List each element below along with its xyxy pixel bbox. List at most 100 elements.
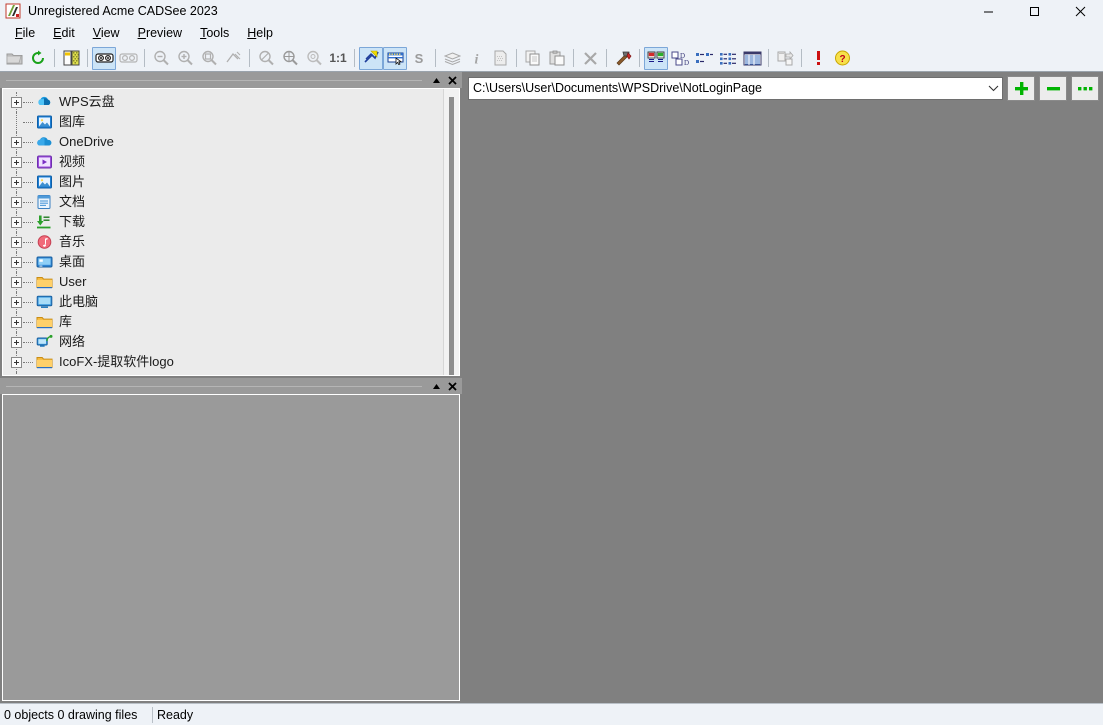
copy-icon[interactable] [521, 47, 545, 70]
pan-icon[interactable] [254, 47, 278, 70]
alert-icon[interactable] [806, 47, 830, 70]
menu-bar: File Edit View Preview Tools Help [0, 22, 1103, 45]
zoom-actual-size-label[interactable]: 1:1 [326, 47, 350, 70]
open-folder-icon[interactable] [2, 47, 26, 70]
tree-item[interactable]: 桌面 [3, 252, 443, 272]
expand-plus-icon[interactable] [11, 156, 22, 168]
tree-connector [23, 101, 33, 103]
vertical-scrollbar[interactable] [443, 89, 459, 375]
preview-canvas[interactable] [2, 394, 460, 701]
this-pc-icon [36, 294, 53, 310]
tree-item[interactable]: 音乐 [3, 232, 443, 252]
delete-icon[interactable] [578, 47, 602, 70]
zoom-all-icon[interactable] [278, 47, 302, 70]
binocular-compare-icon[interactable] [116, 47, 140, 70]
tree-item[interactable]: 网络 [3, 332, 443, 352]
tree-item-label: photoshopcs5extendedx64 [59, 374, 214, 375]
expand-plus-icon[interactable] [11, 216, 22, 228]
zoom-in-icon[interactable] [173, 47, 197, 70]
tree-item[interactable]: photoshopcs5extendedx64 [3, 372, 443, 375]
tree-item[interactable]: 图片 [3, 172, 443, 192]
binocular-view-icon[interactable] [92, 46, 116, 70]
tree-item[interactable]: 库 [3, 312, 443, 332]
remove-favorite-button[interactable] [1039, 75, 1067, 101]
expand-plus-icon[interactable] [11, 236, 22, 248]
tree-item[interactable]: 此电脑 [3, 292, 443, 312]
tree-connector [23, 341, 33, 343]
menu-help[interactable]: Help [238, 23, 282, 44]
folder-tree[interactable]: WPS云盘 图库 OneDrive 视频 图片 文档 下载音乐桌面 User 此电脑库网络 Ico… [3, 89, 443, 375]
tree-item[interactable]: 文档 [3, 192, 443, 212]
close-icon[interactable] [1057, 0, 1103, 22]
tree-item-label: 音乐 [59, 234, 86, 249]
tree-item[interactable]: IcoFX-提取软件logo [3, 352, 443, 372]
view-details-icon[interactable] [740, 47, 764, 70]
info-icon[interactable]: i [464, 47, 488, 70]
more-options-button[interactable] [1071, 75, 1099, 101]
filmstrip-icon[interactable] [383, 46, 407, 70]
tree-connector [23, 241, 33, 243]
expand-plus-icon[interactable] [11, 176, 22, 188]
view-thumbnails-icon[interactable] [644, 46, 668, 70]
collapse-icon[interactable] [428, 379, 444, 393]
expand-plus-icon[interactable] [11, 356, 22, 368]
tree-panel-grip[interactable] [6, 79, 422, 81]
tree-item[interactable]: 视频 [3, 152, 443, 172]
tree-item[interactable]: 下载 [3, 212, 443, 232]
close-icon[interactable] [444, 73, 460, 87]
expand-plus-icon[interactable] [11, 136, 22, 148]
expand-plus-icon[interactable] [11, 336, 22, 348]
zoom-extents-icon[interactable] [221, 47, 245, 70]
toolbar-separator [768, 49, 769, 67]
layers-icon[interactable] [440, 47, 464, 70]
menu-view[interactable]: View [84, 23, 129, 44]
expand-plus-icon[interactable] [11, 296, 22, 308]
tree-item[interactable]: OneDrive [3, 132, 443, 152]
tree-item-label: 桌面 [59, 254, 86, 269]
path-combobox[interactable]: C:\Users\User\Documents\WPSDrive\NotLogi… [468, 76, 1003, 100]
app-logo-icon [5, 3, 21, 19]
expand-plus-icon[interactable] [11, 256, 22, 268]
menu-file[interactable]: File [6, 23, 44, 44]
toolbar-separator [87, 49, 88, 67]
menu-edit[interactable]: Edit [44, 23, 84, 44]
zoom-out-icon[interactable] [149, 47, 173, 70]
quick-render-icon[interactable] [359, 46, 383, 70]
help-icon[interactable]: ? [830, 47, 854, 70]
minimize-icon[interactable] [965, 0, 1011, 22]
refresh-icon[interactable] [26, 47, 50, 70]
folder-tree-box: WPS云盘 图库 OneDrive 视频 图片 文档 下载音乐桌面 User 此电脑库网络 Ico… [2, 88, 460, 376]
batch-convert-icon[interactable] [773, 47, 797, 70]
thumbnail-view[interactable] [462, 104, 1103, 703]
path-input[interactable]: C:\Users\User\Documents\WPSDrive\NotLogi… [473, 81, 984, 95]
paste-icon[interactable] [545, 47, 569, 70]
downloads-icon [36, 214, 53, 230]
view-small-icons-icon[interactable] [692, 47, 716, 70]
properties-icon[interactable] [488, 47, 512, 70]
add-favorite-button[interactable] [1007, 75, 1035, 101]
zoom-actual-size-text: 1:1 [329, 51, 347, 65]
tree-item[interactable]: 图库 [3, 112, 443, 132]
expand-plus-icon[interactable] [11, 96, 22, 108]
collapse-icon[interactable] [428, 73, 444, 87]
maximize-icon[interactable] [1011, 0, 1057, 22]
split-view-icon[interactable] [59, 47, 83, 70]
expand-plus-icon[interactable] [11, 316, 22, 328]
expand-plus-icon[interactable] [11, 196, 22, 208]
menu-tools[interactable]: Tools [191, 23, 238, 44]
svg-text:?: ? [839, 54, 845, 65]
zoom-previous-icon[interactable] [302, 47, 326, 70]
view-list-icon[interactable] [716, 47, 740, 70]
tools-hammer-icon[interactable] [611, 47, 635, 70]
expand-plus-icon[interactable] [11, 276, 22, 288]
menu-preview[interactable]: Preview [129, 23, 191, 44]
zoom-window-icon[interactable] [197, 47, 221, 70]
snap-label[interactable]: S [407, 47, 431, 70]
chevron-down-icon[interactable] [984, 78, 1002, 99]
tree-item[interactable]: WPS云盘 [3, 92, 443, 112]
scrollbar-thumb[interactable] [449, 97, 454, 375]
tree-item[interactable]: User [3, 272, 443, 292]
preview-panel-grip[interactable] [6, 385, 422, 387]
close-icon[interactable] [444, 379, 460, 393]
view-large-icons-icon[interactable]: D D [668, 47, 692, 70]
